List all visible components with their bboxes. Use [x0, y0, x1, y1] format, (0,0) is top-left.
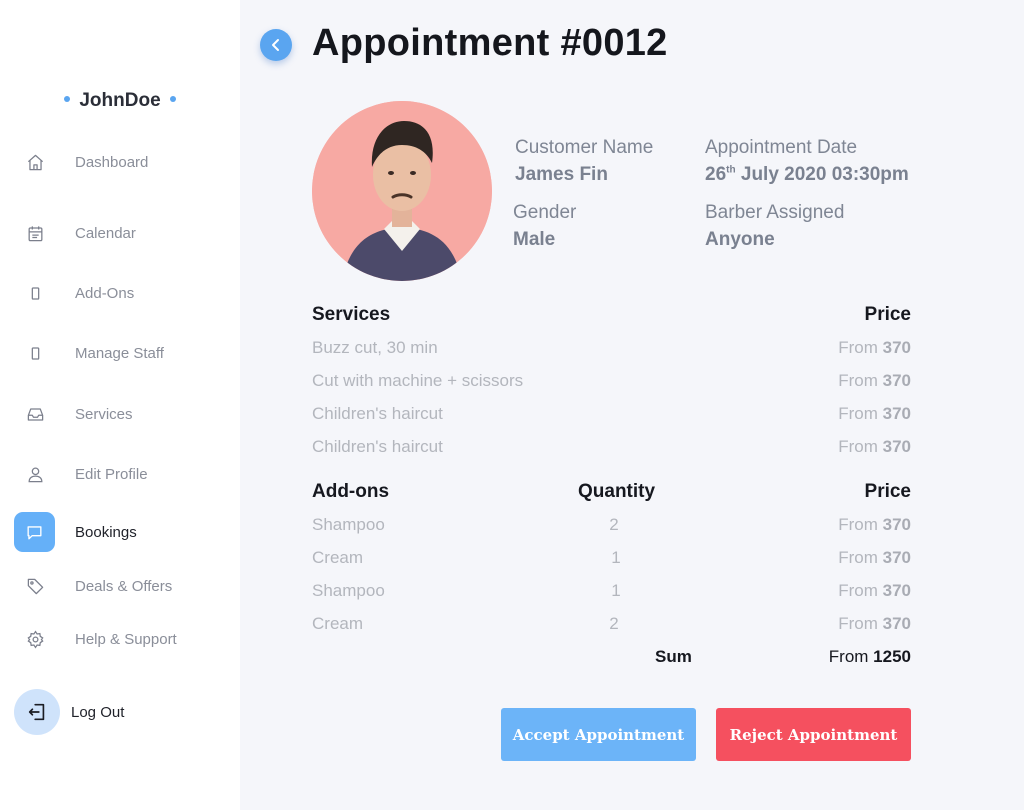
barber-label: Barber Assigned: [705, 202, 845, 223]
sidebar-item-label: Help & Support: [75, 630, 177, 648]
user-icon: [14, 454, 56, 494]
addon-price: From 370: [838, 515, 911, 534]
status-dot-right: [169, 95, 176, 102]
message-icon: [14, 512, 55, 552]
gear-icon: [14, 619, 56, 659]
customer-name-value: James Fin: [515, 164, 608, 185]
phone-icon: [14, 333, 56, 373]
appointment-date-label: Appointment Date: [705, 137, 858, 158]
sum-label: Sum: [655, 647, 692, 666]
sidebar-item-label: Deals & Offers: [75, 577, 173, 595]
sidebar-username: JohnDoe: [0, 90, 240, 112]
sidebar-item-label: Manage Staff: [75, 344, 164, 362]
addon-name: Shampoo: [312, 581, 385, 600]
sidebar-item-label: Bookings: [75, 523, 137, 541]
gender-label: Gender: [513, 202, 577, 223]
service-name: Children's haircut: [312, 404, 443, 423]
barber-value: Anyone: [705, 229, 775, 250]
appointment-date-value: 26th July 2020 03:30pm: [705, 164, 909, 185]
sidebar-item-calendar[interactable]: Calendar: [0, 213, 240, 253]
addon-quantity: 1: [611, 581, 621, 600]
sidebar-item-help-support[interactable]: Help & Support: [0, 619, 240, 659]
service-price: From 370: [838, 338, 911, 357]
sum-value: From 1250: [828, 647, 911, 666]
gender-value: Male: [513, 229, 556, 250]
quantity-header: Quantity: [578, 481, 656, 502]
sidebar-item-label: Add-Ons: [75, 284, 135, 302]
sidebar-item-deals-offers[interactable]: Deals & Offers: [0, 566, 240, 606]
addon-quantity: 1: [611, 548, 621, 567]
service-name: Children's haircut: [312, 437, 443, 456]
inbox-icon: [14, 394, 56, 434]
phone-icon: [14, 273, 56, 313]
addon-name: Cream: [312, 614, 364, 633]
logout-icon: [14, 689, 60, 735]
calendar-icon: [14, 213, 56, 253]
addon-price: From 370: [838, 614, 911, 633]
sidebar-item-label: Edit Profile: [75, 465, 148, 483]
addon-quantity: 2: [609, 515, 619, 534]
service-name: Cut with machine + scissors: [312, 371, 524, 390]
username-text: JohnDoe: [79, 90, 161, 111]
sidebar-item-label: Calendar: [75, 224, 136, 242]
sidebar-item-dashboard[interactable]: Dashboard: [0, 142, 240, 182]
addons-header: Add-ons: [312, 481, 390, 502]
back-button[interactable]: [260, 29, 292, 61]
sidebar: JohnDoe Dashboard Calendar Add-Ons Manag…: [0, 0, 240, 810]
service-price: From 370: [838, 371, 911, 390]
addon-name: Shampoo: [312, 515, 385, 534]
addon-name: Cream: [312, 548, 364, 567]
addons-price-header: Price: [864, 481, 911, 502]
service-price: From 370: [838, 404, 911, 423]
services-price-header: Price: [864, 304, 911, 325]
tag-icon: [14, 566, 56, 606]
service-name: Buzz cut, 30 min: [312, 338, 438, 357]
sidebar-item-manage-staff[interactable]: Manage Staff: [0, 333, 240, 373]
sidebar-item-services[interactable]: Services: [0, 394, 240, 434]
service-price: From 370: [838, 437, 911, 456]
chevron-left-icon: [272, 39, 279, 51]
home-icon: [14, 142, 56, 182]
accept-appointment-button[interactable]: Accept Appointment: [501, 708, 696, 761]
status-dot-left: [64, 95, 71, 102]
sidebar-item-bookings[interactable]: Bookings: [0, 512, 240, 552]
customer-avatar: [312, 101, 492, 281]
sidebar-item-label: Dashboard: [75, 153, 149, 171]
services-header: Services: [312, 304, 391, 325]
addon-price: From 370: [838, 548, 911, 567]
logout-button[interactable]: Log Out: [14, 689, 234, 735]
customer-name-label: Customer Name: [515, 137, 654, 158]
sidebar-item-label: Services: [75, 405, 133, 423]
addon-price: From 370: [838, 581, 911, 600]
addon-quantity: 2: [609, 614, 619, 633]
sidebar-item-add-ons[interactable]: Add-Ons: [0, 273, 240, 313]
sidebar-item-edit-profile[interactable]: Edit Profile: [0, 454, 240, 494]
page-title: Appointment #0012: [312, 22, 668, 64]
logout-label: Log Out: [71, 703, 125, 721]
reject-appointment-button[interactable]: Reject Appointment: [716, 708, 911, 761]
